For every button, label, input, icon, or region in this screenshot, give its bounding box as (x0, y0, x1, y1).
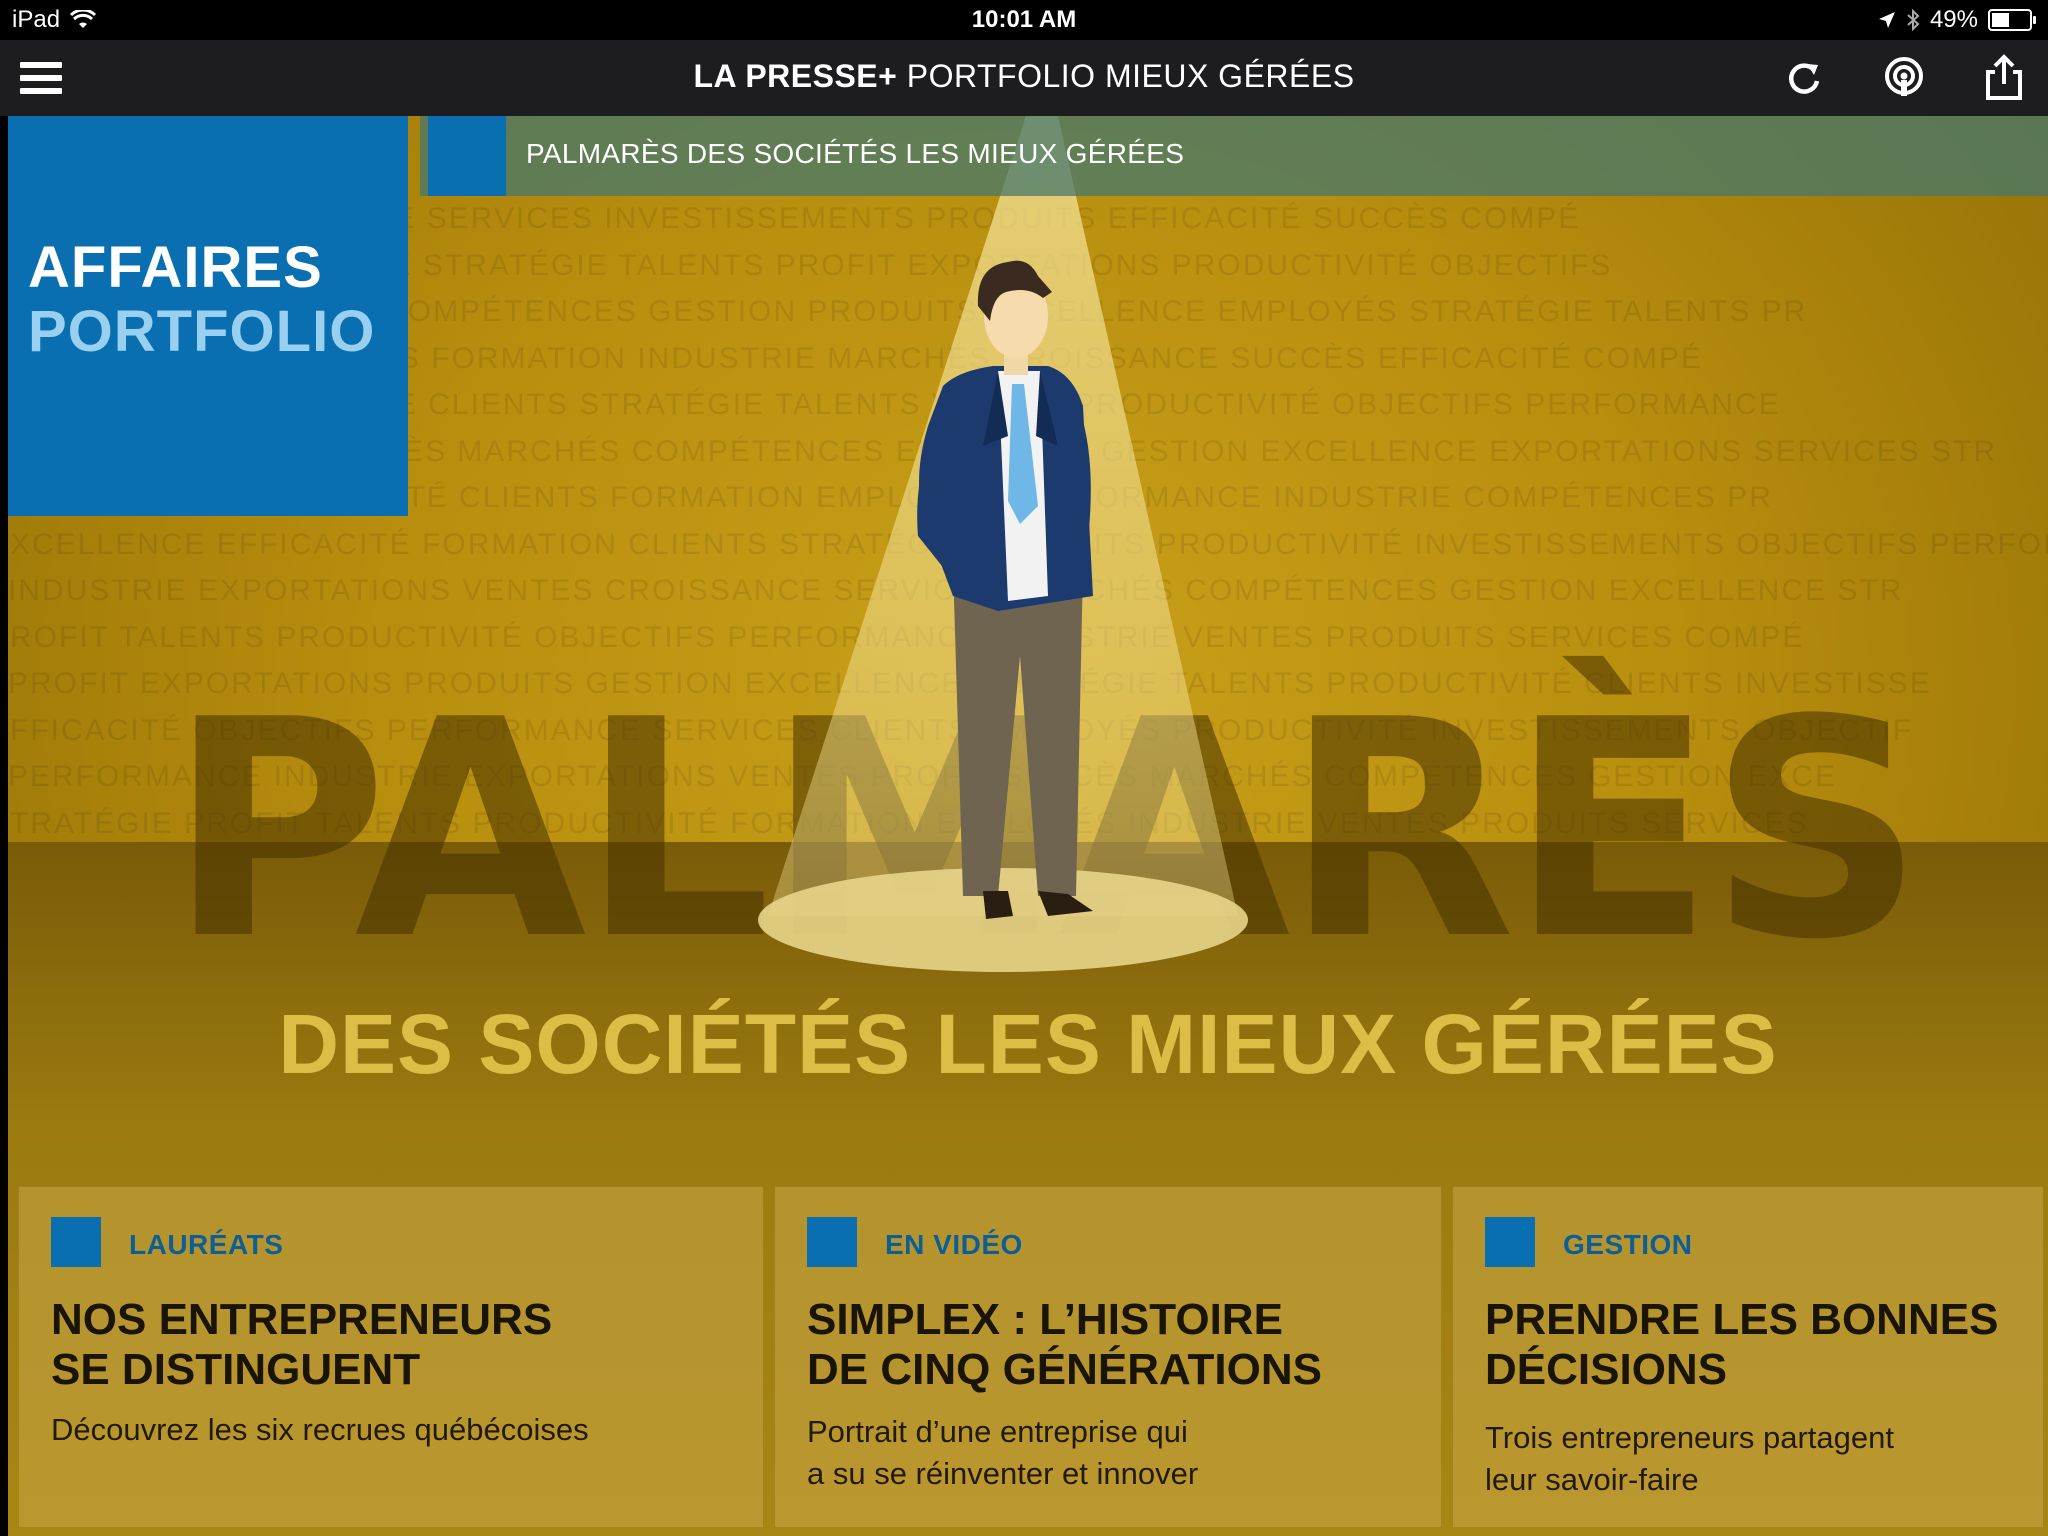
battery-percent: 49% (1929, 6, 1978, 33)
card-kicker: EN VIDÉO (885, 1229, 1023, 1260)
location-icon (1878, 12, 1895, 28)
card-kicker: GESTION (1563, 1229, 1693, 1260)
status-bar: iPad 10:01 AM 49% (0, 0, 2048, 40)
hero-subtitle: DES SOCIÉTÉS LES MIEUX GÉRÉES (278, 997, 1778, 1091)
podcast-icon[interactable] (1880, 54, 1928, 102)
card-gestion[interactable]: GESTION PRENDRE LES BONNES DÉCISIONS Tro… (1452, 1186, 2044, 1528)
breadcrumb-text: PALMARÈS DES SOCIÉTÉS LES MIEUX GÉRÉES (526, 138, 1185, 169)
card-kicker: LAURÉATS (129, 1229, 284, 1260)
card-headline-line2: DE CINQ GÉNÉRATIONS (807, 1345, 1323, 1394)
section-badge: AFFAIRES PORTFOLIO (8, 116, 408, 516)
section-badge-line2: PORTFOLIO (28, 299, 376, 364)
card-description-line2: a su se réinventer et innover (807, 1456, 1199, 1491)
card-headline-line1: NOS ENTREPRENEURS (51, 1295, 553, 1344)
card-headline-line2: DÉCISIONS (1485, 1345, 1728, 1394)
card-headline: NOS ENTREPRENEURS SE DISTINGUENT (51, 1295, 552, 1395)
card-accent-square (1485, 1217, 1535, 1267)
card-description-line2: leur savoir-faire (1485, 1462, 1699, 1497)
refresh-icon[interactable] (1780, 54, 1828, 102)
page-title: LA PRESSE+ PORTFOLIO MIEUX GÉRÉES (0, 58, 2048, 95)
breadcrumb-accent-square (428, 116, 506, 196)
bluetooth-icon (1907, 9, 1920, 31)
card-laureats[interactable]: LAURÉATS NOS ENTREPRENEURS SE DISTINGUEN… (18, 1186, 764, 1528)
battery-icon (1988, 9, 2036, 31)
hero-banner[interactable]: INDUSTRIE CROISSANCE SERVICES INVESTISSE… (8, 116, 2048, 1536)
brand-name: LA PRESSE+ (693, 58, 898, 94)
card-accent-square (807, 1217, 857, 1267)
card-headline: SIMPLEX : L’HISTOIRE DE CINQ GÉNÉRATIONS (807, 1295, 1322, 1395)
section-badge-line1: AFFAIRES (28, 235, 323, 300)
card-en-video[interactable]: EN VIDÉO SIMPLEX : L’HISTOIRE DE CINQ GÉ… (774, 1186, 1442, 1528)
top-nav-bar: LA PRESSE+ PORTFOLIO MIEUX GÉRÉES (0, 40, 2048, 116)
card-headline-line2: SE DISTINGUENT (51, 1345, 421, 1394)
card-description-line1: Trois entrepreneurs partagent (1485, 1420, 1894, 1455)
card-description: Découvrez les six recrues québécoises (51, 1412, 589, 1447)
card-description: Trois entrepreneurs partagent leur savoi… (1485, 1417, 1894, 1501)
breadcrumb[interactable]: PALMARÈS DES SOCIÉTÉS LES MIEUX GÉRÉES (420, 116, 2048, 196)
card-headline-line1: PRENDRE LES BONNES (1485, 1295, 1999, 1344)
card-headline: PRENDRE LES BONNES DÉCISIONS (1485, 1295, 1998, 1395)
card-headline-line1: SIMPLEX : L’HISTOIRE (807, 1295, 1283, 1344)
card-description: Portrait d’une entreprise qui a su se ré… (807, 1411, 1198, 1495)
share-icon[interactable] (1980, 54, 2028, 102)
clock: 10:01 AM (971, 6, 1077, 33)
section-title: PORTFOLIO MIEUX GÉRÉES (906, 58, 1355, 94)
card-accent-square (51, 1217, 101, 1267)
card-description-line1: Portrait d’une entreprise qui (807, 1414, 1188, 1449)
